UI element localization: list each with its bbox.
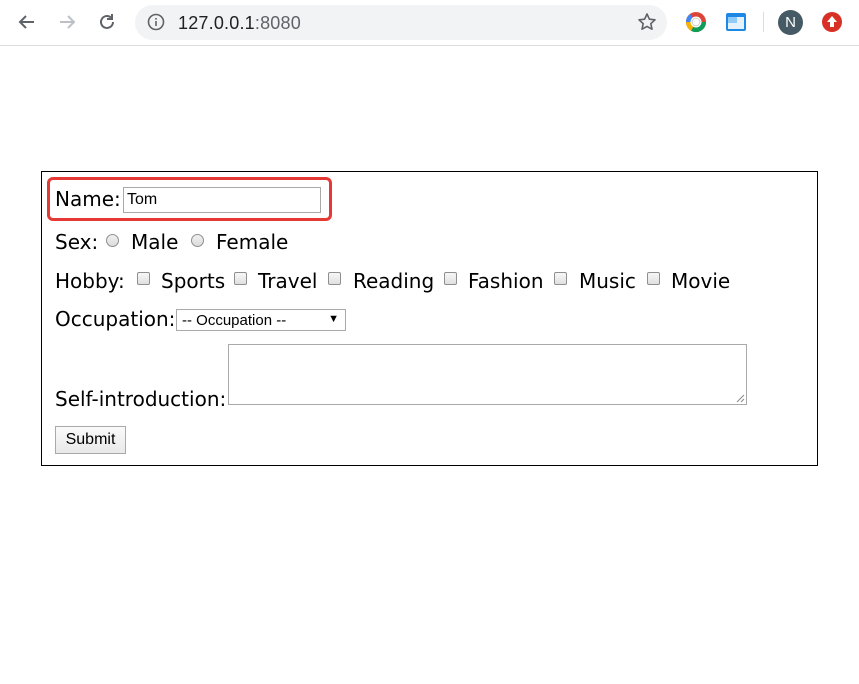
browser-toolbar: 127.0.0.1:8080 N [0, 0, 859, 46]
hobby-label: Hobby: [55, 269, 125, 293]
radio-male-label: Male [131, 230, 179, 254]
occupation-select[interactable]: -- Occupation -- ▼ [176, 309, 346, 331]
reload-icon [100, 14, 114, 29]
checkbox-travel[interactable] [234, 272, 247, 285]
back-button[interactable] [15, 10, 39, 34]
checkbox-music[interactable] [554, 272, 567, 285]
arrow-right-icon [60, 15, 76, 29]
star-icon[interactable] [637, 12, 657, 32]
toolbar-divider [763, 12, 764, 32]
url-host: 127.0.0.1 [178, 13, 255, 33]
forward-button[interactable] [55, 10, 79, 34]
checkbox-movie-label: Movie [671, 269, 731, 293]
address-bar[interactable]: 127.0.0.1:8080 [135, 5, 667, 40]
highlight-box [47, 177, 332, 221]
checkbox-travel-label: Travel [258, 269, 318, 293]
extension-upload-icon[interactable] [820, 10, 844, 34]
extension-window-icon[interactable] [724, 10, 748, 34]
form-container: Name: Sex: Male Female Hobby: Sports Tra… [41, 171, 818, 466]
checkbox-fashion[interactable] [444, 272, 457, 285]
checkbox-sports-label: Sports [161, 269, 226, 293]
reload-button[interactable] [95, 10, 119, 34]
occupation-selected-value: -- Occupation -- [182, 312, 287, 329]
self-intro-textarea[interactable] [228, 344, 747, 405]
radio-female-label: Female [216, 230, 289, 254]
checkbox-reading-label: Reading [353, 269, 435, 293]
url-port: :8080 [254, 13, 301, 33]
submit-button[interactable]: Submit [55, 426, 126, 454]
dropdown-arrow-icon: ▼ [328, 313, 339, 325]
radio-male[interactable] [106, 234, 119, 247]
self-intro-label: Self-introduction: [55, 387, 227, 411]
checkbox-sports[interactable] [137, 272, 150, 285]
occupation-label: Occupation: [55, 307, 176, 331]
checkbox-fashion-label: Fashion [468, 269, 544, 293]
profile-avatar[interactable]: N [778, 10, 803, 35]
arrow-left-icon [18, 15, 34, 29]
checkbox-reading[interactable] [328, 272, 341, 285]
checkbox-movie[interactable] [647, 272, 660, 285]
extension-chrome-icon[interactable] [684, 10, 708, 34]
checkbox-music-label: Music [579, 269, 636, 293]
sex-label: Sex: [55, 230, 99, 254]
radio-female[interactable] [191, 234, 204, 247]
url-text[interactable]: 127.0.0.1:8080 [178, 13, 301, 34]
resize-grip-icon[interactable] [735, 393, 745, 403]
info-icon[interactable] [147, 13, 165, 31]
